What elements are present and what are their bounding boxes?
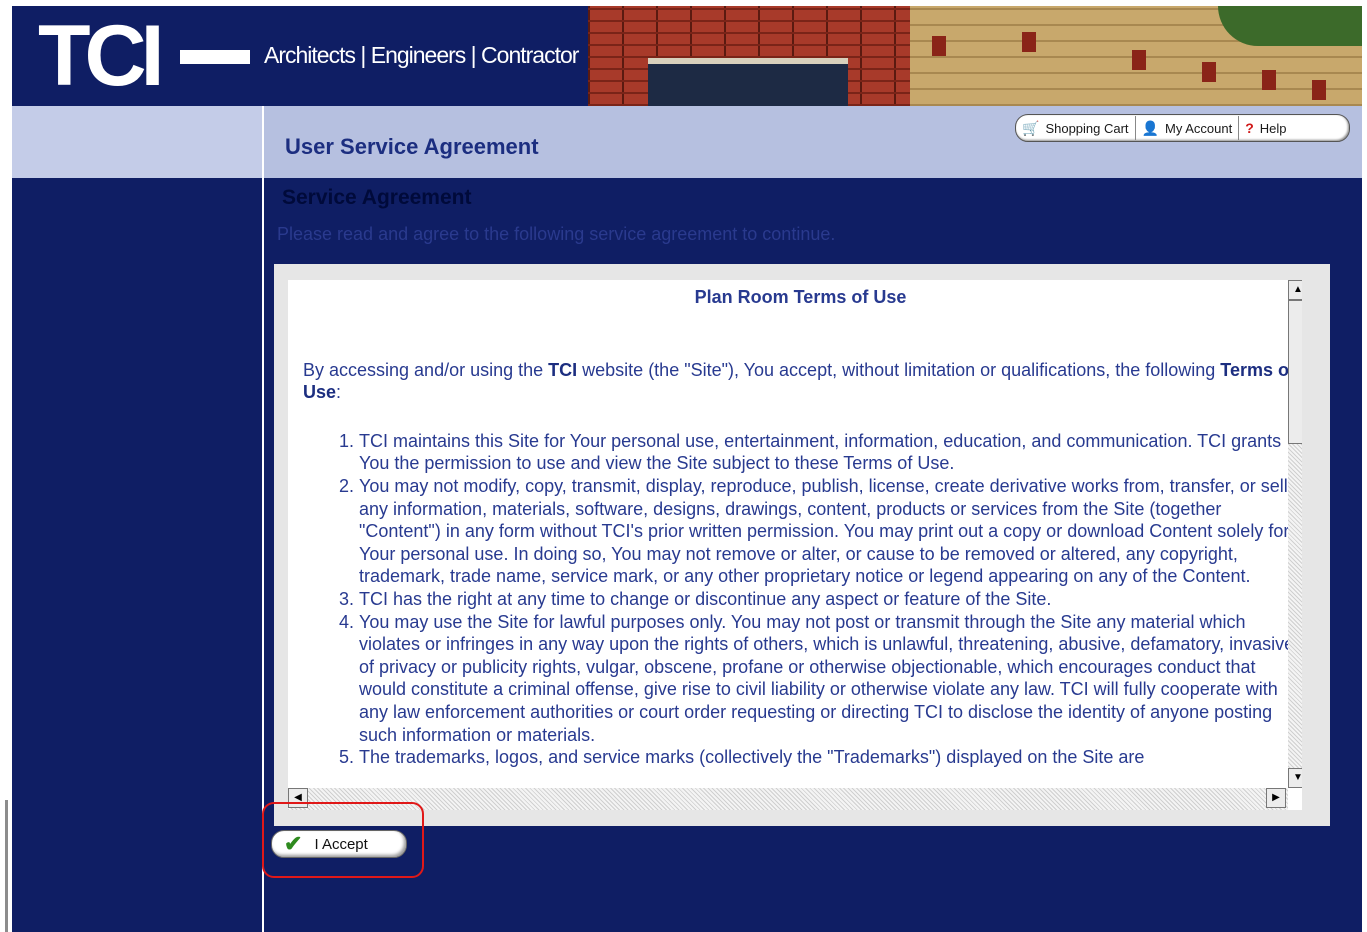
stone-window [1132, 50, 1146, 70]
stone-window [1022, 32, 1036, 52]
terms-title: Plan Room Terms of Use [694, 287, 907, 307]
highlight-box [262, 802, 424, 878]
shopping-cart-label: Shopping Cart [1045, 120, 1129, 136]
scroll-up-icon[interactable]: ▲ [1288, 280, 1302, 300]
my-account-label: My Account [1165, 120, 1233, 136]
window-image [648, 58, 848, 106]
stone-window [1262, 70, 1276, 90]
intro-brand: TCI [548, 359, 578, 380]
tree-image [1218, 6, 1362, 46]
stone-window [932, 36, 946, 56]
terms-intro: By accessing and/or using the TCI websit… [303, 359, 1298, 404]
agreement-panel: Plan Room Terms of Use By accessing and/… [274, 264, 1330, 826]
header-toolbar: 🛒 Shopping Cart 👤 My Account ? Help [1015, 114, 1350, 142]
left-band [12, 106, 262, 178]
header-photo [588, 6, 1362, 106]
site-tagline: Architects | Engineers | Contractor [264, 42, 579, 68]
scrollbar-thumb[interactable] [1288, 300, 1302, 444]
brick-wall-image [588, 6, 910, 106]
terms-item: The trademarks, logos, and service marks… [359, 746, 1298, 769]
terms-item: TCI has the right at any time to change … [359, 588, 1298, 611]
shopping-cart-button[interactable]: 🛒 Shopping Cart [1016, 116, 1136, 140]
scroll-down-icon[interactable]: ▼ [1288, 768, 1302, 788]
terms-item: TCI maintains this Site for Your persona… [359, 430, 1298, 475]
scroll-right-icon[interactable]: ▶ [1266, 788, 1286, 808]
cart-icon: 🛒 [1022, 119, 1040, 136]
window-edge [0, 0, 7, 932]
agreement-content: Plan Room Terms of Use By accessing and/… [303, 280, 1298, 788]
intro-text: By accessing and/or using the [303, 359, 549, 380]
section-title: Service Agreement [282, 186, 472, 209]
instruction-text: Please read and agree to the following s… [277, 224, 836, 244]
terms-item: You may not modify, copy, transmit, disp… [359, 475, 1298, 588]
agreement-textbox[interactable]: Plan Room Terms of Use By accessing and/… [288, 280, 1302, 810]
page-frame: TCI Architects | Engineers | Contractor … [12, 6, 1362, 932]
stone-window [1202, 62, 1216, 82]
intro-text: website (the "Site"), You accept, withou… [577, 359, 1221, 380]
site-header: TCI Architects | Engineers | Contractor [12, 6, 1362, 106]
page-title: User Service Agreement [285, 134, 539, 159]
user-icon: 👤 [1141, 119, 1159, 136]
help-icon: ? [1245, 120, 1254, 136]
terms-list: TCI maintains this Site for Your persona… [303, 430, 1298, 769]
site-logo[interactable]: TCI [38, 13, 165, 99]
help-label: Help [1259, 120, 1287, 136]
intro-text: : [336, 382, 342, 403]
horizontal-scrollbar[interactable]: ◀ ▶ [288, 788, 1288, 810]
my-account-button[interactable]: 👤 My Account [1136, 116, 1240, 140]
help-button[interactable]: ? Help [1239, 116, 1292, 140]
stone-window [1312, 80, 1326, 100]
window-edge-line [5, 800, 8, 932]
terms-item: You may use the Site for lawful purposes… [359, 611, 1298, 747]
vertical-scrollbar[interactable]: ▲ ▼ [1288, 280, 1302, 788]
logo-bar [180, 50, 250, 64]
